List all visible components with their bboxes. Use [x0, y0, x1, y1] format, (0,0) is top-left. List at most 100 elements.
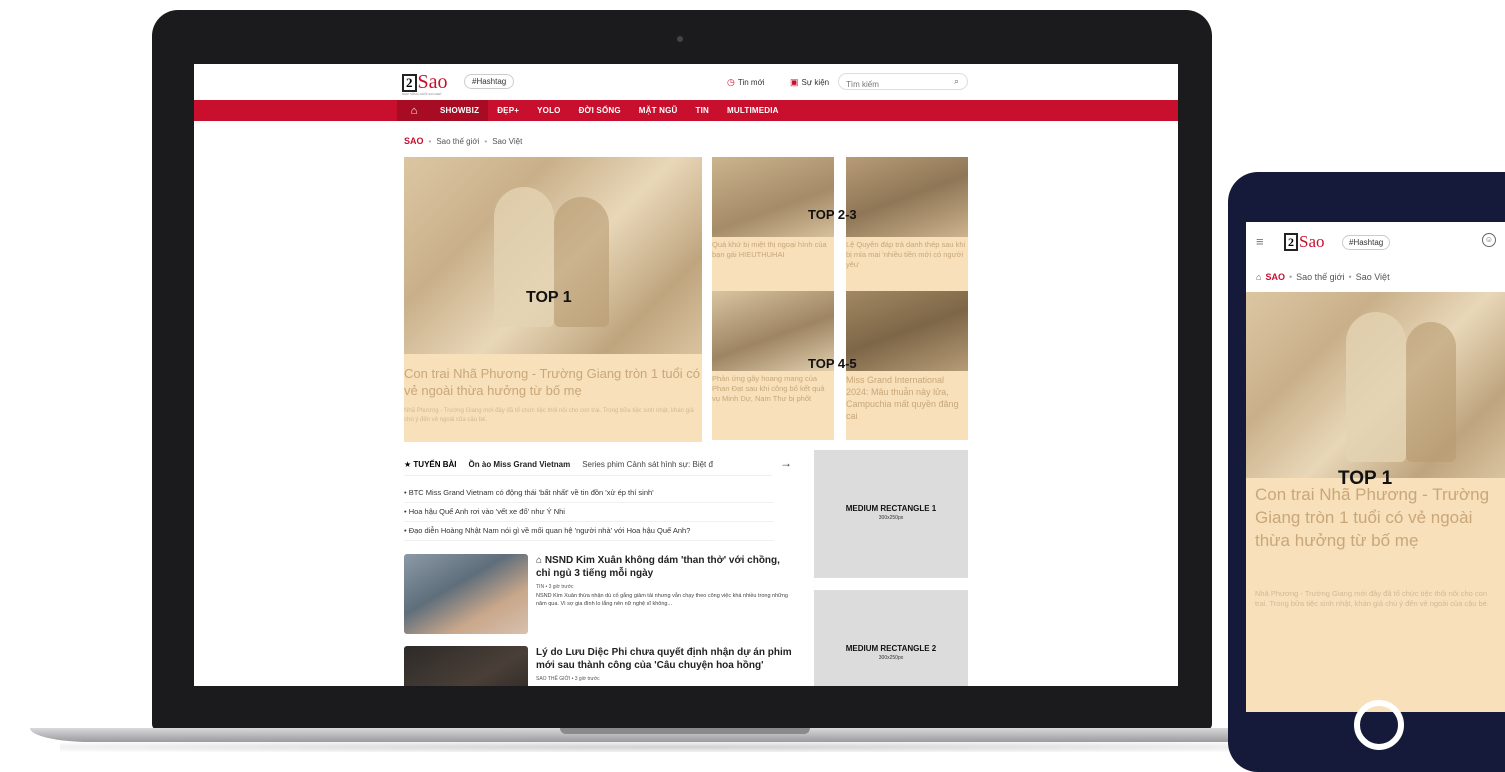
ad-title: MEDIUM RECTANGLE 2: [845, 644, 937, 653]
top-2-article[interactable]: Quá khứ bị miệt thị ngoại hình của bạn g…: [712, 157, 834, 304]
nav-item-showbiz[interactable]: SHOWBIZ: [431, 100, 489, 121]
topic-tabs: ★ TUYẾN BÀI Ồn ào Miss Grand Vietnam Ser…: [404, 454, 772, 476]
top-1-label: TOP 1: [526, 289, 572, 306]
nav-item-multimedia[interactable]: MULTIMEDIA: [718, 100, 788, 121]
article-image: [712, 157, 834, 237]
breadcrumb-separator: •: [1288, 272, 1293, 282]
news-title[interactable]: ⌂ NSND Kim Xuân không dám 'than thở' với…: [536, 554, 794, 580]
list-item-text: Đạo diễn Hoàng Nhật Nam nói gì về mối qu…: [408, 526, 691, 535]
top-3-article[interactable]: Lệ Quyên đáp trả danh thép sau khi bị mỉ…: [846, 157, 968, 304]
search-icon[interactable]: ⌕: [954, 76, 959, 87]
search-box: ⌕: [838, 73, 968, 90]
latest-news-link[interactable]: ◷ Tin mới: [727, 77, 765, 88]
mockup-stage: 2 Sao NHỊP SỐNG NGÔI SAO ĐẸP #Hashtag ◷ …: [0, 0, 1505, 772]
nav-item-doi-song[interactable]: ĐỜI SỐNG: [570, 100, 630, 121]
laptop-camera: [677, 36, 683, 42]
clock-icon: ◷: [727, 77, 735, 87]
article-title[interactable]: Lệ Quyên đáp trả danh thép sau khi bị mỉ…: [846, 240, 966, 270]
list-item-text: BTC Miss Grand Vietnam có động thái 'bất…: [408, 488, 654, 497]
ad-medium-rectangle-1[interactable]: MEDIUM RECTANGLE 1 300x250px: [814, 450, 968, 578]
top-2-3-label: TOP 2-3: [808, 207, 857, 222]
menu-icon[interactable]: ≡: [1256, 234, 1264, 249]
laptop-notch: [560, 728, 810, 734]
breadcrumb-separator: •: [1348, 272, 1352, 282]
article-title[interactable]: Quá khứ bị miệt thị ngoại hình của bạn g…: [712, 240, 832, 260]
events-link[interactable]: ▣ Sự kiện: [790, 77, 829, 88]
breadcrumb-separator: •: [484, 136, 488, 146]
list-item[interactable]: • Đạo diễn Hoàng Nhật Nam nói gì về mối …: [404, 522, 774, 541]
logo-word: Sao: [1299, 232, 1325, 251]
nav-item-dep[interactable]: ĐẸP+: [488, 100, 528, 121]
list-item[interactable]: • Hoa hậu Quế Anh rơi vào 'vết xe đổ' nh…: [404, 503, 774, 522]
logo-number: 2: [1284, 233, 1298, 251]
star-icon: ★: [404, 460, 414, 469]
latest-news-label: Tin mới: [737, 78, 765, 87]
hashtag-button[interactable]: #Hashtag: [1342, 235, 1391, 250]
breadcrumb-main[interactable]: SAO: [404, 136, 424, 146]
news-meta: SAO THẾ GIỚI • 3 giờ trước: [536, 676, 600, 682]
top-5-article[interactable]: Miss Grand International 2024: Mâu thuẫn…: [846, 291, 968, 440]
tab-featured[interactable]: ★ TUYẾN BÀI: [404, 460, 457, 469]
list-item[interactable]: • BTC Miss Grand Vietnam có động thái 'b…: [404, 484, 774, 503]
hero-title[interactable]: Con trai Nhã Phương - Trường Giang tròn …: [404, 365, 702, 399]
home-icon[interactable]: ⌂: [1256, 272, 1261, 282]
calendar-icon: ▣: [790, 77, 799, 87]
tab-featured-label: TUYẾN BÀI: [413, 460, 457, 469]
article-image: [846, 291, 968, 371]
user-icon[interactable]: ☺: [1482, 233, 1496, 247]
logo-tagline: NHỊP SỐNG NGÔI SAO ĐẸP: [402, 92, 442, 96]
logo-number: 2: [402, 73, 417, 92]
topic-list: • BTC Miss Grand Vietnam có động thái 'b…: [404, 484, 774, 541]
hashtag-button[interactable]: #Hashtag: [464, 74, 515, 89]
arrow-right-icon[interactable]: →: [780, 456, 792, 470]
hero-image: [404, 157, 702, 354]
breadcrumb-separator: •: [428, 136, 432, 146]
breadcrumb-item[interactable]: Sao thế giới: [1296, 272, 1344, 282]
hero-image: [1246, 292, 1505, 478]
pin-icon: ⌂: [536, 555, 545, 566]
article-title[interactable]: Miss Grand International 2024: Mâu thuẫn…: [846, 374, 966, 422]
top-4-5-label: TOP 4-5: [808, 356, 857, 371]
tab-series[interactable]: Series phim Cảnh sát hình sự: Biệt đ: [582, 460, 713, 469]
breadcrumb: SAO • Sao thế giới • Sao Việt: [404, 136, 522, 146]
nav-item-tin[interactable]: TIN: [687, 100, 719, 121]
mobile-top-1-article[interactable]: Con trai Nhã Phương - Trường Giang tròn …: [1246, 292, 1505, 712]
news-title-text: NSND Kim Xuân không dám 'than thở' với c…: [536, 555, 780, 579]
hero-sapo: Nhã Phương - Trường Giang mới đây đã tổ …: [404, 408, 694, 423]
news-thumbnail[interactable]: [404, 554, 528, 634]
ad-size: 300x250px: [878, 655, 904, 661]
breadcrumb-item[interactable]: Sao thế giới: [436, 137, 479, 146]
top-1-article[interactable]: TOP 1 Con trai Nhã Phương - Trường Giang…: [404, 157, 702, 442]
nav-item-mat-ngu[interactable]: MẶT NGŨ: [630, 100, 687, 121]
logo-word: Sao: [417, 71, 448, 93]
ad-size: 300x250px: [878, 515, 904, 521]
home-icon[interactable]: ⌂: [397, 100, 431, 121]
article-title[interactable]: Phản ứng gây hoang mang của Phan Đạt sau…: [712, 374, 832, 404]
desktop-screen: 2 Sao NHỊP SỐNG NGÔI SAO ĐẸP #Hashtag ◷ …: [194, 64, 1178, 686]
site-logo[interactable]: 2 Sao: [1284, 232, 1325, 252]
search-input[interactable]: [846, 80, 946, 89]
hero-title[interactable]: Con trai Nhã Phương - Trường Giang tròn …: [1255, 483, 1503, 552]
hero-sapo: Nhã Phương - Trường Giang mới đây đã tổ …: [1255, 589, 1489, 608]
nav-item-yolo[interactable]: YOLO: [528, 100, 569, 121]
top-1-label: TOP 1: [1338, 468, 1393, 489]
site-logo[interactable]: 2 Sao: [402, 71, 448, 94]
news-sapo: NSND Kim Xuân thừa nhận dù cố gắng giảm …: [536, 593, 788, 607]
laptop-shadow: [60, 742, 1300, 752]
breadcrumb-item[interactable]: Sao Việt: [1356, 272, 1390, 282]
events-label: Sự kiện: [801, 78, 830, 87]
main-nav: ⌂ SHOWBIZ ĐẸP+ YOLO ĐỜI SỐNG MẶT NGŨ TIN…: [194, 100, 1178, 121]
article-image: [846, 157, 968, 237]
breadcrumb: ⌂ SAO • Sao thế giới • Sao Việt: [1256, 272, 1390, 282]
tab-miss-grand[interactable]: Ồn ào Miss Grand Vietnam: [469, 460, 571, 469]
phone-home-button[interactable]: [1354, 700, 1404, 750]
news-thumbnail[interactable]: [404, 646, 528, 686]
news-item[interactable]: ⌂ NSND Kim Xuân không dám 'than thở' với…: [404, 554, 794, 636]
news-title[interactable]: Lý do Lưu Diệc Phi chưa quyết định nhận …: [536, 646, 794, 672]
ad-medium-rectangle-2[interactable]: MEDIUM RECTANGLE 2 300x250px: [814, 590, 968, 686]
breadcrumb-main[interactable]: SAO: [1265, 272, 1285, 282]
ad-title: MEDIUM RECTANGLE 1: [845, 504, 937, 513]
breadcrumb-item[interactable]: Sao Việt: [492, 137, 522, 146]
news-item[interactable]: Lý do Lưu Diệc Phi chưa quyết định nhận …: [404, 646, 794, 686]
list-item-text: Hoa hậu Quế Anh rơi vào 'vết xe đổ' như …: [408, 507, 565, 516]
